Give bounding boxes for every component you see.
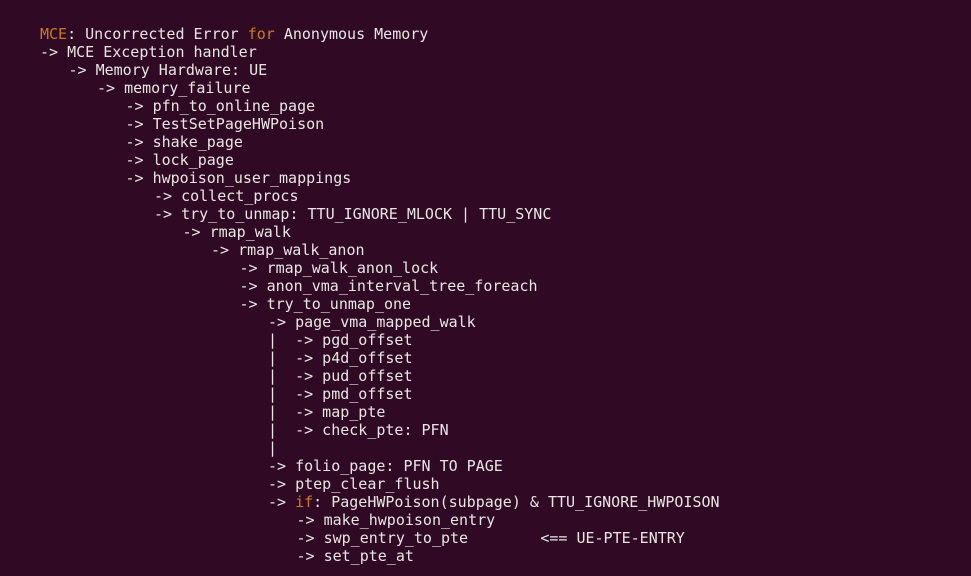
text-token: | -> check_pte: PFN — [268, 421, 449, 439]
line-pipe-spacer: | — [40, 439, 971, 457]
text-token: -> ptep_clear_flush — [268, 475, 440, 493]
line-make-hwpoison-entry: -> make_hwpoison_entry — [40, 511, 971, 529]
line-testsetpagehwpoison: -> TestSetPageHWPoison — [40, 115, 971, 133]
line-pfn-to-online-page: -> pfn_to_online_page — [40, 97, 971, 115]
line-try-to-unmap-one: -> try_to_unmap_one — [40, 295, 971, 313]
text-token: -> try_to_unmap: TTU_IGNORE_MLOCK | TTU_… — [154, 205, 552, 223]
text-token: -> make_hwpoison_entry — [296, 511, 496, 529]
text-token: -> rmap_walk_anon_lock — [239, 259, 439, 277]
line-page-vma-mapped-walk: -> page_vma_mapped_walk — [40, 313, 971, 331]
line-folio-page: -> folio_page: PFN TO PAGE — [40, 457, 971, 475]
line-pud-offset: | -> pud_offset — [40, 367, 971, 385]
text-token: -> collect_procs — [154, 187, 299, 205]
text-token: -> hwpoison_user_mappings — [125, 169, 352, 187]
line-hwpoison-user-mappings: -> hwpoison_user_mappings — [40, 169, 971, 187]
text-token: -> set_pte_at — [296, 547, 414, 565]
text-token: -> — [268, 493, 296, 511]
line-p4d-offset: | -> p4d_offset — [40, 349, 971, 367]
line-set-pte-at: -> set_pte_at — [40, 547, 971, 565]
line-rmap-walk: -> rmap_walk — [40, 223, 971, 241]
line-pgd-offset: | -> pgd_offset — [40, 331, 971, 349]
line-pmd-offset: | -> pmd_offset — [40, 385, 971, 403]
keyword-token: for — [247, 25, 275, 43]
text-token: | -> map_pte — [268, 403, 386, 421]
text-token: : Uncorrected Error — [67, 25, 248, 43]
text-token: -> anon_vma_interval_tree_foreach — [239, 277, 538, 295]
text-token: -> TestSetPageHWPoison — [125, 115, 325, 133]
text-token: | -> pud_offset — [268, 367, 413, 385]
line-collect-procs: -> collect_procs — [40, 187, 971, 205]
line-lock-page: -> lock_page — [40, 151, 971, 169]
line-rmap-walk-anon: -> rmap_walk_anon — [40, 241, 971, 259]
line-shake-page: -> shake_page — [40, 133, 971, 151]
text-token: | — [268, 439, 278, 457]
keyword-token: if — [295, 493, 314, 511]
text-token: -> try_to_unmap_one — [239, 295, 412, 313]
line-memory-hardware-ue: -> Memory Hardware: UE — [40, 61, 971, 79]
terminal-window[interactable]: MCE: Uncorrected Error for Anonymous Mem… — [0, 0, 971, 576]
text-token: -> lock_page — [125, 151, 234, 169]
text-token: | -> pgd_offset — [268, 331, 413, 349]
line-mce-exception-handler: -> MCE Exception handler — [40, 43, 971, 61]
text-token: -> page_vma_mapped_walk — [268, 313, 476, 331]
text-token: -> Memory Hardware: UE — [68, 61, 268, 79]
line-memory-failure: -> memory_failure — [40, 79, 971, 97]
text-token: Anonymous Memory — [274, 25, 429, 43]
keyword-token: MCE — [40, 25, 68, 43]
terminal-screen[interactable]: MCE: Uncorrected Error for Anonymous Mem… — [0, 25, 971, 565]
text-token: -> MCE Exception handler — [40, 43, 257, 61]
text-token: | -> p4d_offset — [268, 349, 413, 367]
line-swp-entry-to-pte: -> swp_entry_to_pte <== UE-PTE-ENTRY — [40, 529, 971, 547]
line-rmap-walk-anon-lock: -> rmap_walk_anon_lock — [40, 259, 971, 277]
text-token: -> swp_entry_to_pte <== UE-PTE-ENTRY — [296, 529, 685, 547]
text-token: -> folio_page: PFN TO PAGE — [268, 457, 503, 475]
text-token: -> memory_failure — [97, 79, 251, 97]
line-if-pagehwpoison: -> if: PageHWPoison(subpage) & TTU_IGNOR… — [40, 493, 971, 511]
line-ptep-clear-flush: -> ptep_clear_flush — [40, 475, 971, 493]
line-try-to-unmap: -> try_to_unmap: TTU_IGNORE_MLOCK | TTU_… — [40, 205, 971, 223]
text-token: : PageHWPoison(subpage) & TTU_IGNORE_HWP… — [313, 493, 720, 511]
line-check-pte: | -> check_pte: PFN — [40, 421, 971, 439]
text-token: -> pfn_to_online_page — [125, 97, 316, 115]
text-token: -> shake_page — [125, 133, 243, 151]
line-anon-vma-interval-tree-foreach: -> anon_vma_interval_tree_foreach — [40, 277, 971, 295]
text-token: -> rmap_walk_anon — [211, 241, 365, 259]
text-token: | -> pmd_offset — [268, 385, 413, 403]
line-mce-header: MCE: Uncorrected Error for Anonymous Mem… — [40, 25, 971, 43]
text-token: -> rmap_walk — [182, 223, 291, 241]
line-map-pte: | -> map_pte — [40, 403, 971, 421]
